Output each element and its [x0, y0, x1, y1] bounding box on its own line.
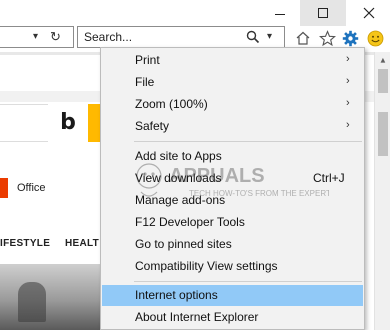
address-bar[interactable]: ▾ ↻	[0, 26, 74, 48]
menu-item-shortcut: Ctrl+J	[313, 171, 345, 185]
minimize-icon	[275, 13, 285, 15]
menu-item-label: Internet options	[135, 288, 218, 302]
close-icon	[363, 7, 375, 19]
menu-item-label: Go to pinned sites	[135, 237, 232, 251]
menu-item-label: Compatibility View settings	[135, 259, 278, 273]
submenu-arrow-icon: ›	[346, 75, 350, 87]
close-button[interactable]	[346, 0, 390, 26]
feedback-smiley-icon[interactable]	[366, 29, 384, 47]
scrollbar-thumb[interactable]	[378, 69, 388, 93]
title-bar	[0, 0, 390, 26]
promo-strip	[88, 104, 100, 142]
menu-item-label: About Internet Explorer	[135, 310, 259, 324]
address-dropdown-icon[interactable]: ▾	[33, 31, 38, 42]
bing-search-input[interactable]	[0, 104, 48, 142]
nav-link-health[interactable]: HEALT	[65, 238, 99, 249]
menu-item-go-to-pinned-sites[interactable]: Go to pinned sites	[102, 234, 363, 255]
menu-item-add-site-to-apps[interactable]: Add site to Apps	[102, 146, 363, 167]
menu-item-internet-options[interactable]: Internet options	[102, 285, 363, 306]
office-link[interactable]: Office	[17, 182, 46, 194]
menu-item-label: Print	[135, 53, 160, 67]
bing-search-button[interactable]: b	[48, 104, 88, 142]
favorites-star-icon[interactable]	[318, 29, 336, 47]
menu-item-manage-add-ons[interactable]: Manage add-ons	[102, 190, 363, 211]
menu-item-label: F12 Developer Tools	[135, 215, 245, 229]
tools-gear-icon[interactable]	[341, 29, 359, 47]
menu-item-zoom[interactable]: Zoom (100%) ›	[102, 94, 363, 115]
refresh-icon[interactable]: ↻	[50, 29, 61, 45]
vertical-scrollbar[interactable]: ▼	[374, 52, 390, 330]
home-icon[interactable]	[294, 29, 312, 47]
search-input[interactable]: Search...	[84, 30, 132, 44]
submenu-arrow-icon: ›	[346, 53, 350, 65]
office-logo-icon[interactable]	[0, 178, 8, 198]
minimize-button[interactable]	[257, 0, 303, 26]
menu-item-label: View downloads	[135, 171, 222, 185]
maximize-icon	[318, 8, 328, 18]
menu-separator	[134, 141, 362, 142]
chevron-up-icon: ▼	[379, 55, 387, 65]
submenu-arrow-icon: ›	[346, 119, 350, 131]
menu-item-label: Add site to Apps	[135, 149, 222, 163]
menu-item-print[interactable]: Print ›	[102, 50, 363, 71]
tools-menu: Print › File › Zoom (100%) › Safety › Ad…	[100, 47, 365, 330]
scrollbar-track-segment	[378, 112, 388, 156]
menu-item-label: Manage add-ons	[135, 193, 226, 207]
menu-item-label: File	[135, 75, 155, 89]
menu-item-about-internet-explorer[interactable]: About Internet Explorer	[102, 307, 363, 328]
scroll-up-button[interactable]: ▼	[375, 52, 390, 68]
menu-item-label: Safety	[135, 119, 170, 133]
menu-item-view-downloads[interactable]: View downloads Ctrl+J	[102, 168, 363, 189]
search-box[interactable]: Search... ▾	[77, 26, 285, 48]
search-dropdown-icon[interactable]: ▾	[267, 31, 272, 42]
menu-item-compatibility-view-settings[interactable]: Compatibility View settings	[102, 256, 363, 277]
menu-item-safety[interactable]: Safety ›	[102, 116, 363, 137]
nav-link-lifestyle[interactable]: IFESTYLE	[0, 238, 50, 249]
menu-separator	[134, 281, 362, 282]
menu-item-label: Zoom (100%)	[135, 97, 208, 111]
submenu-arrow-icon: ›	[346, 97, 350, 109]
menu-item-file[interactable]: File ›	[102, 72, 363, 93]
menu-item-f12-developer-tools[interactable]: F12 Developer Tools	[102, 212, 363, 233]
bing-logo-icon: b	[60, 110, 76, 135]
news-photo[interactable]	[0, 264, 100, 330]
maximize-button[interactable]	[300, 0, 346, 26]
search-icon[interactable]	[246, 30, 260, 44]
